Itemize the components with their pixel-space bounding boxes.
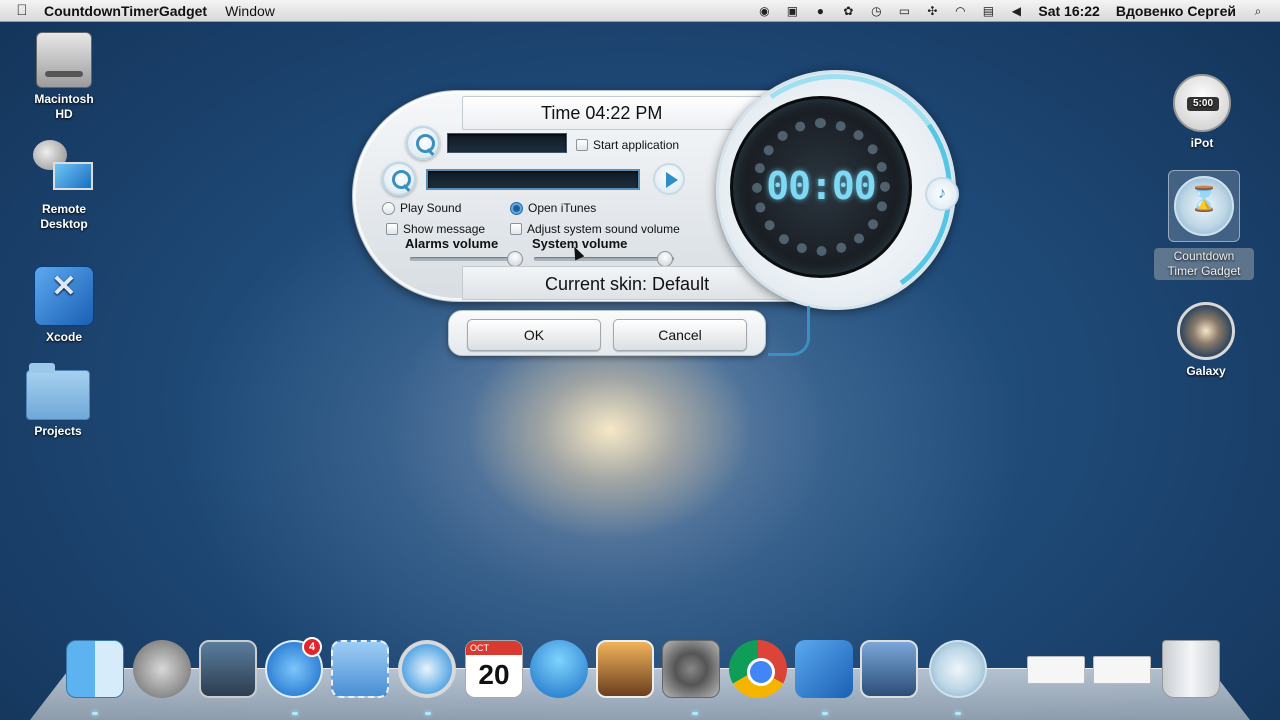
sync-icon[interactable]: ✿ — [840, 4, 856, 18]
alarms-volume-label: Alarms volume — [405, 236, 499, 251]
adjust-volume-option[interactable]: Adjust system sound volume — [510, 222, 680, 236]
start-application-checkbox[interactable] — [576, 139, 588, 151]
calendar-day: 20 — [478, 659, 510, 690]
time-title: Time 04:22 PM — [462, 96, 762, 130]
desktop-icon-label: Projects — [34, 424, 82, 438]
open-itunes-radio[interactable] — [510, 201, 523, 215]
alarms-volume-slider[interactable] — [410, 257, 522, 261]
xcode-icon[interactable] — [795, 640, 853, 698]
gallery-icon[interactable] — [199, 640, 257, 698]
flag-icon[interactable]: ▤ — [980, 4, 996, 18]
menu-bar:  CountdownTimerGadget Window ◉ ▣ ● ✿ ◷ … — [0, 0, 1280, 22]
camera-icon[interactable]: ▣ — [784, 4, 800, 18]
ipot-clock-icon: 5:00 — [1173, 74, 1231, 132]
wifi-icon[interactable]: ◠ — [952, 4, 968, 18]
countdown-timer-icon[interactable] — [929, 640, 987, 698]
finder-icon[interactable] — [66, 640, 124, 698]
galaxy-icon — [1177, 302, 1235, 360]
bluetooth-icon[interactable]: ✣ — [924, 4, 940, 18]
start-application-option[interactable]: Start application — [576, 138, 679, 152]
desktop-icon-label: Macintosh HD — [34, 92, 94, 121]
trash-icon[interactable] — [1162, 640, 1220, 698]
app-menu[interactable]: CountdownTimerGadget — [44, 3, 207, 19]
show-message-label: Show message — [403, 222, 486, 236]
display-icon[interactable]: ▭ — [896, 4, 912, 18]
desktop-icon-label: Remote Desktop — [40, 202, 88, 231]
play-sound-radio[interactable] — [382, 201, 395, 215]
system-volume-slider[interactable] — [534, 257, 674, 261]
desktop-icon-galaxy[interactable]: Galaxy — [1156, 302, 1256, 379]
ok-button[interactable]: OK — [467, 319, 601, 351]
alarms-volume-knob[interactable] — [507, 251, 523, 267]
folder-icon — [26, 363, 90, 420]
application-path-field[interactable] — [447, 133, 567, 153]
desktop-icon-remote-desktop[interactable]: Remote Desktop — [14, 140, 114, 232]
system-volume-knob[interactable] — [657, 251, 673, 267]
calendar-icon[interactable]: OCT 20 — [465, 640, 523, 698]
countdown-display: 00:00 — [766, 164, 876, 208]
play-sound-option[interactable]: Play Sound — [382, 201, 461, 215]
desktop-icon-xcode[interactable]: Xcode — [14, 266, 114, 345]
current-skin-label: Current skin: Default — [462, 266, 792, 300]
running-indicator — [292, 712, 298, 715]
itunes-icon[interactable] — [530, 640, 588, 698]
desktop-icon-label: iPot — [1190, 136, 1214, 150]
cancel-button[interactable]: Cancel — [613, 319, 747, 351]
browse-application-button[interactable] — [406, 126, 440, 160]
system-preferences-icon[interactable] — [662, 640, 720, 698]
volume-icon[interactable]: ◀ — [1008, 4, 1024, 18]
ipot-display: 5:00 — [1187, 97, 1219, 111]
play-sound-label: Play Sound — [400, 201, 462, 215]
adjust-volume-checkbox[interactable] — [510, 223, 522, 235]
running-indicator — [692, 712, 698, 715]
show-message-checkbox[interactable] — [386, 223, 398, 235]
desktop-icon-macintosh-hd[interactable]: Macintosh HD — [14, 32, 114, 122]
hard-drive-icon — [36, 32, 92, 88]
spotlight-search-icon[interactable]: ⌕ — [1250, 4, 1266, 18]
remote-desktop-icon — [33, 140, 95, 198]
sound-path-field[interactable] — [426, 169, 640, 190]
screen-icon — [53, 162, 93, 190]
desktop-icon-label: Countdown Timer Gadget — [1154, 248, 1254, 280]
time-machine-icon[interactable]: ◷ — [868, 4, 884, 18]
window-menu[interactable]: Window — [225, 3, 275, 19]
user-menu[interactable]: Вдовенко Сергей — [1116, 3, 1236, 19]
safari-icon[interactable] — [398, 640, 456, 698]
apple-menu-icon[interactable]:  — [0, 2, 44, 19]
app-store-badge: 4 — [302, 637, 322, 657]
record-icon[interactable]: ◉ — [756, 4, 772, 18]
browse-sound-button[interactable] — [382, 162, 416, 196]
stack-icon[interactable] — [1093, 656, 1151, 684]
mail-icon[interactable] — [331, 640, 389, 698]
menu-clock[interactable]: Sat 16:22 — [1038, 3, 1099, 19]
desktop-icon-projects[interactable]: Projects — [8, 362, 108, 439]
desktop-icon-label: Xcode — [45, 330, 82, 344]
running-indicator — [822, 712, 828, 715]
status-area: ◉ ▣ ● ✿ ◷ ▭ ✣ ◠ ▤ ◀ Sat 16:22 Вдовенко С… — [750, 0, 1280, 22]
circle-icon[interactable]: ● — [812, 4, 828, 18]
stack-icon[interactable] — [1027, 656, 1085, 684]
adjust-volume-label: Adjust system sound volume — [527, 222, 680, 236]
play-icon[interactable] — [653, 163, 685, 195]
open-itunes-label: Open iTunes — [528, 201, 597, 215]
open-itunes-option[interactable]: Open iTunes — [510, 201, 596, 215]
desktop-icon-countdown-timer-gadget[interactable]: Countdown Timer Gadget — [1154, 176, 1254, 280]
calendar-month: OCT — [466, 641, 522, 655]
countdown-timer-icon — [1174, 176, 1234, 236]
desktop-icon-label: Galaxy — [1186, 364, 1226, 378]
desktop-icon-ipot[interactable]: 5:00 iPot — [1152, 74, 1252, 151]
bell-icon[interactable]: ♪ — [925, 177, 959, 211]
launchpad-icon[interactable] — [133, 640, 191, 698]
xcode-icon — [34, 266, 94, 326]
iphoto-icon[interactable] — [596, 640, 654, 698]
media-icon[interactable] — [860, 640, 918, 698]
cable-decoration — [768, 306, 810, 356]
running-indicator — [425, 712, 431, 715]
chrome-icon[interactable] — [729, 640, 787, 698]
start-application-label: Start application — [593, 138, 680, 152]
running-indicator — [955, 712, 961, 715]
show-message-option[interactable]: Show message — [386, 222, 485, 236]
running-indicator — [92, 712, 98, 715]
